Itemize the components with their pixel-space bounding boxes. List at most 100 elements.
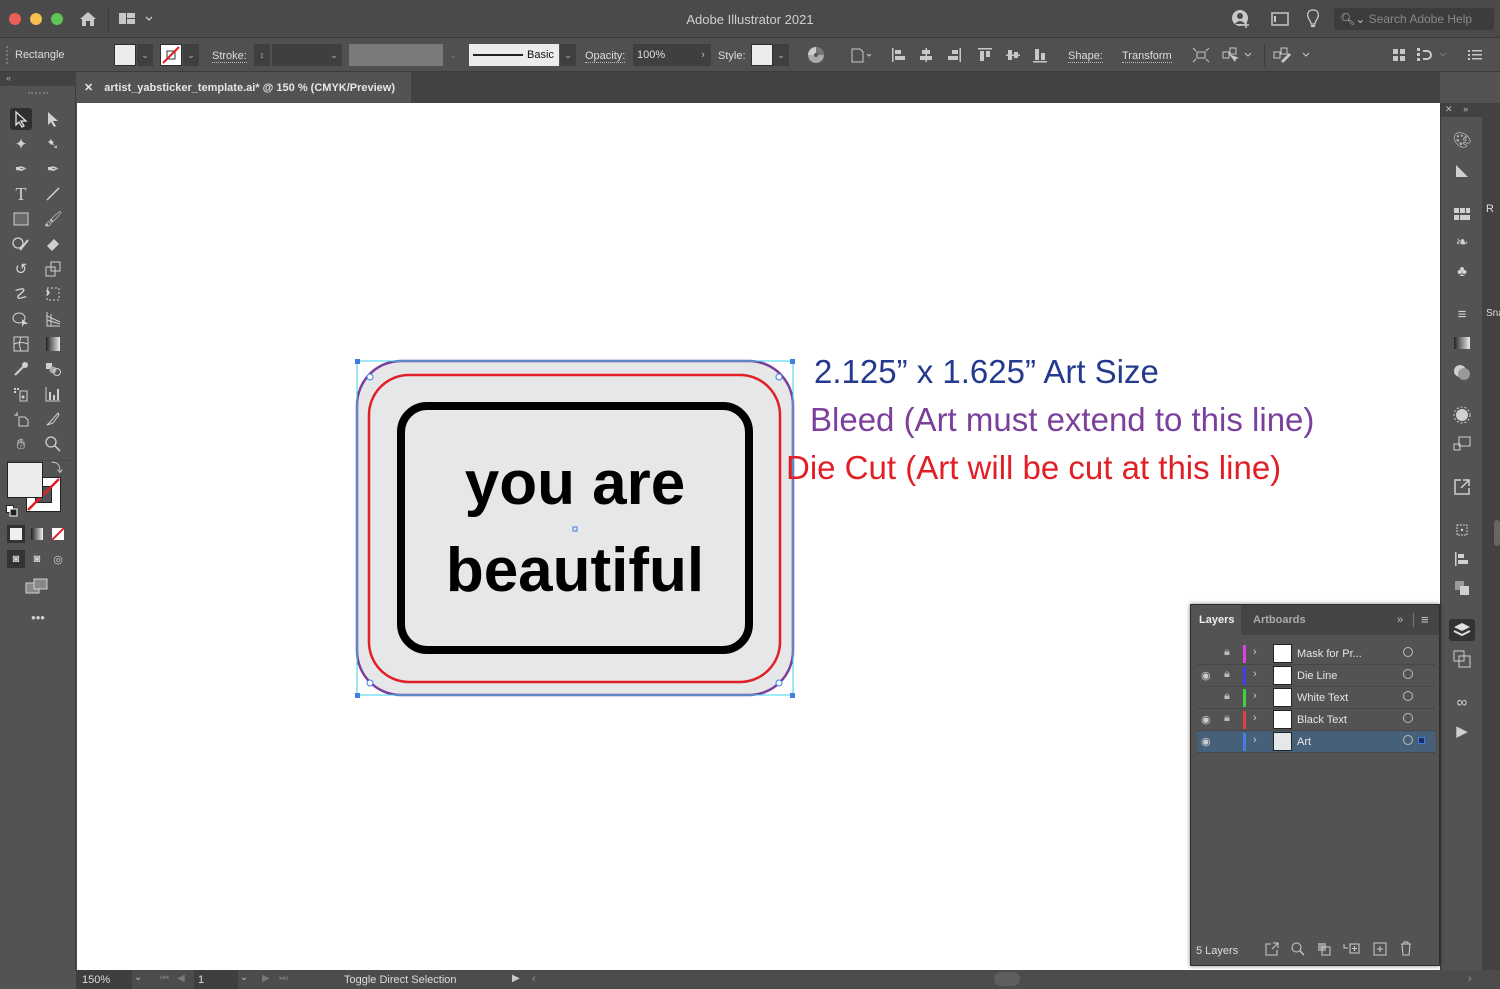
align-panel-icon[interactable] xyxy=(1451,548,1473,570)
visibility-eye-icon[interactable] xyxy=(1201,691,1215,705)
draw-behind-button[interactable]: ◙ xyxy=(28,550,46,568)
draw-normal-button[interactable]: ◙ xyxy=(7,550,25,568)
opacity-input[interactable]: 100% xyxy=(633,44,695,66)
align-top-icon[interactable] xyxy=(976,46,994,64)
visibility-eye-icon[interactable]: ◉ xyxy=(1201,735,1215,749)
color-mode-button[interactable] xyxy=(7,525,25,543)
scale-tool[interactable] xyxy=(42,258,64,280)
arrange-documents-icon[interactable] xyxy=(1270,10,1290,28)
actions-play-icon[interactable]: ▶ xyxy=(1451,720,1473,742)
isolate-selected-object-icon[interactable] xyxy=(1191,46,1211,64)
first-artboard-button[interactable]: ⏮︎ xyxy=(160,973,169,984)
expand-dock-icon[interactable]: » xyxy=(1463,104,1468,114)
select-similar-objects-icon[interactable] xyxy=(1222,46,1254,64)
align-to-selection-icon[interactable] xyxy=(848,46,874,64)
close-dock-icon[interactable]: ✕ xyxy=(1445,104,1453,114)
artboard-tool[interactable] xyxy=(10,408,32,430)
gradient-tool[interactable] xyxy=(42,333,64,355)
perspective-grid-tool[interactable] xyxy=(42,308,64,330)
lock-icon[interactable]: 🔒︎ xyxy=(1224,668,1230,681)
artwork-line-2[interactable]: beautiful xyxy=(446,536,704,605)
expand-layer-chevron[interactable]: › xyxy=(1253,690,1257,702)
swatches-icon[interactable] xyxy=(1451,203,1473,225)
stroke-weight-stepper[interactable]: ↕ xyxy=(254,44,270,66)
horizontal-scrollbar-thumb[interactable] xyxy=(994,972,1020,986)
graphic-style-swatch[interactable] xyxy=(751,44,773,66)
shaper-tool[interactable] xyxy=(10,233,32,255)
lasso-tool[interactable]: ➷ xyxy=(42,133,64,155)
fill-color-swatch[interactable] xyxy=(7,462,43,498)
share-user-icon[interactable] xyxy=(1230,8,1252,30)
direct-selection-tool[interactable] xyxy=(42,108,64,130)
expand-layer-chevron[interactable]: › xyxy=(1253,668,1257,680)
artboard-dropdown[interactable]: ⌄ xyxy=(240,972,248,983)
layer-name[interactable]: Art xyxy=(1297,736,1311,748)
layer-name[interactable]: Black Text xyxy=(1297,714,1347,726)
tab-artboards[interactable]: Artboards xyxy=(1245,605,1314,635)
collapse-panel-icon[interactable]: » xyxy=(1397,614,1403,626)
artboard-number-input[interactable]: 1 xyxy=(194,970,238,989)
shape-properties-link[interactable]: Shape: xyxy=(1068,50,1103,63)
links-panel-icon[interactable]: ∞ xyxy=(1451,691,1473,713)
status-menu-arrow[interactable]: ▶ xyxy=(512,973,520,984)
lock-icon[interactable]: 🔒︎ xyxy=(1224,712,1230,725)
scroll-left-button[interactable]: ‹ xyxy=(532,973,536,985)
pathfinder-icon[interactable] xyxy=(1451,577,1473,599)
brushes-icon[interactable]: ❧ xyxy=(1451,231,1473,253)
paintbrush-tool[interactable]: 🖌︎ xyxy=(42,208,64,230)
layer-row[interactable]: ◉ 🔒︎ › Black Text xyxy=(1197,709,1435,731)
eraser-tool[interactable] xyxy=(42,233,64,255)
edit-toolbar-more-icon[interactable]: ••• xyxy=(27,610,49,625)
bleed-line[interactable] xyxy=(355,359,795,697)
fill-dropdown[interactable]: ⌄ xyxy=(137,44,153,66)
visibility-eye-icon[interactable]: ◉ xyxy=(1201,713,1215,727)
layer-row[interactable]: 🔒︎ › Mask for Pr... xyxy=(1197,643,1435,665)
change-screen-mode-button[interactable] xyxy=(24,577,50,595)
stroke-swatch-none[interactable] xyxy=(160,44,182,66)
graphic-styles-icon[interactable] xyxy=(1451,433,1473,455)
magic-wand-tool[interactable]: ✦ xyxy=(10,133,32,155)
layer-name[interactable]: Mask for Pr... xyxy=(1297,648,1362,660)
eyedropper-tool[interactable] xyxy=(10,358,32,380)
symbol-sprayer-tool[interactable] xyxy=(10,383,32,405)
stroke-dropdown[interactable]: ⌄ xyxy=(183,44,199,66)
target-circle-icon[interactable] xyxy=(1403,735,1413,745)
zoom-level-input[interactable]: 150% xyxy=(76,970,132,989)
transform-link[interactable]: Transform xyxy=(1122,50,1172,63)
layer-name[interactable]: Die Line xyxy=(1297,670,1337,682)
variable-width-dropdown[interactable]: ⌄ xyxy=(445,44,461,66)
next-artboard-button[interactable]: ▶ xyxy=(262,973,270,984)
export-asset-icon[interactable] xyxy=(1451,476,1473,498)
snapping-options-icon[interactable] xyxy=(1416,46,1450,64)
corner-radius-widget[interactable] xyxy=(366,679,374,687)
lock-icon[interactable]: 🔒︎ xyxy=(1224,690,1230,703)
draw-inside-button[interactable]: ◎ xyxy=(49,550,67,568)
close-tab-icon[interactable]: ✕ xyxy=(84,82,93,94)
type-tool[interactable]: T xyxy=(10,183,32,205)
color-panel-icon[interactable]: 🎨︎ xyxy=(1451,129,1473,151)
selection-tool[interactable] xyxy=(10,108,32,130)
sticker-artwork[interactable]: you are beautiful xyxy=(355,359,800,701)
align-horizontal-center-icon[interactable] xyxy=(917,46,935,64)
art-size-annotation[interactable]: 2.125” x 1.625” Art Size xyxy=(814,353,1159,391)
opacity-slider-toggle[interactable]: › xyxy=(695,44,711,66)
previous-artboard-button[interactable]: ◀ xyxy=(177,973,185,984)
free-transform-tool[interactable] xyxy=(42,283,64,305)
create-new-layer-icon[interactable] xyxy=(1373,942,1387,959)
width-tool[interactable]: ☡ xyxy=(10,283,32,305)
corner-radius-widget[interactable] xyxy=(775,679,783,687)
discover-lightbulb-icon[interactable] xyxy=(1303,8,1323,30)
selection-handle[interactable] xyxy=(355,693,360,698)
target-circle-icon[interactable] xyxy=(1403,691,1413,701)
shape-builder-tool[interactable] xyxy=(10,308,32,330)
create-sublayer-icon[interactable] xyxy=(1343,942,1361,959)
artboards-panel-icon[interactable] xyxy=(1451,648,1473,670)
selection-indicator[interactable] xyxy=(1418,737,1425,744)
fill-swatch[interactable] xyxy=(114,44,136,66)
visibility-eye-icon[interactable]: ◉ xyxy=(1201,669,1215,683)
appearance-icon[interactable] xyxy=(1451,404,1473,426)
pen-tool[interactable]: ✒︎ xyxy=(10,158,32,180)
make-clipping-mask-icon[interactable] xyxy=(1317,942,1331,959)
mesh-tool[interactable] xyxy=(10,333,32,355)
scroll-right-button[interactable]: › xyxy=(1468,973,1472,985)
